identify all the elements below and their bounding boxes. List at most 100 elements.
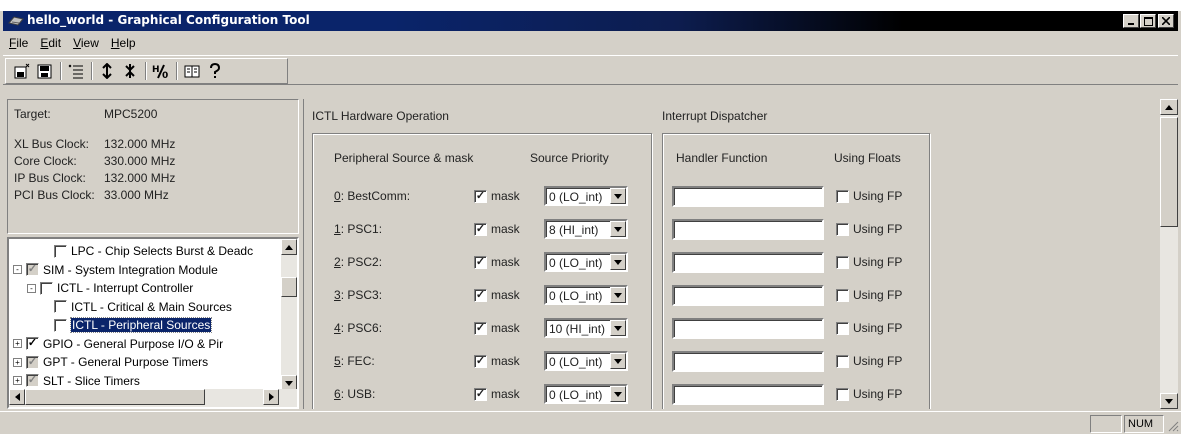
tree-item[interactable]: LPC - Chip Selects Burst & Deadc <box>41 242 253 260</box>
tree-item[interactable]: - ICTL - Interrupt Controller <box>27 279 193 297</box>
handler-function-input[interactable] <box>672 350 824 372</box>
content-vertical-scrollbar[interactable] <box>1160 99 1178 409</box>
arrow-right-icon <box>268 393 274 401</box>
tree-item[interactable]: + ✓ GPIO - General Purpose I/O & Pir <box>13 335 223 353</box>
handler-function-input[interactable] <box>672 317 824 339</box>
mask-checkbox[interactable]: ✓ mask <box>474 255 544 269</box>
content-scroll-up-button[interactable] <box>1160 99 1178 115</box>
mask-checkbox[interactable]: ✓ mask <box>474 387 544 401</box>
collapse-node-icon[interactable]: - <box>13 265 22 274</box>
tree-item[interactable]: ICTL - Peripheral Sources <box>41 316 213 334</box>
menu-file[interactable]: File <box>3 33 34 53</box>
mask-check[interactable]: ✓ <box>474 255 487 269</box>
expand-node-icon[interactable]: + <box>13 376 22 385</box>
source-priority-select[interactable]: 0 (LO_int) <box>544 384 628 404</box>
app-icon <box>8 16 24 26</box>
tree-hscroll-thumb[interactable] <box>25 389 205 405</box>
dropdown-arrow-icon[interactable] <box>610 254 626 270</box>
mask-checkbox[interactable]: ✓ mask <box>474 189 544 203</box>
source-priority-select[interactable]: 10 (HI_int) <box>544 318 628 338</box>
save-button[interactable] <box>35 61 55 81</box>
dropdown-arrow-icon[interactable] <box>610 188 626 204</box>
handler-function-input[interactable] <box>672 383 824 405</box>
source-priority-select[interactable]: 0 (LO_int) <box>544 186 628 206</box>
expand-node-icon[interactable]: + <box>13 339 22 348</box>
mask-check[interactable]: ✓ <box>474 222 487 236</box>
using-fp-checkbox[interactable] <box>836 387 849 401</box>
using-fp-checkbox[interactable] <box>836 288 849 302</box>
left-panel: Target: MPC5200 XL Bus Clock: 132.000 MHz … <box>3 99 299 409</box>
tree-item-checkbox[interactable]: ✓ <box>26 374 39 387</box>
using-fp-checkbox[interactable] <box>836 321 849 335</box>
collapse-node-icon[interactable]: - <box>27 283 36 293</box>
using-fp-checkbox[interactable] <box>836 354 849 368</box>
scroll-left-button[interactable] <box>9 389 25 405</box>
mask-checkbox[interactable]: ✓ mask <box>474 288 544 302</box>
content-scroll-thumb[interactable] <box>1160 117 1178 227</box>
module-tree[interactable]: LPC - Chip Selects Burst & Deadc - ✓ SIM - … <box>7 237 299 409</box>
scroll-up-button[interactable] <box>281 239 297 255</box>
menu-help[interactable]: Help <box>105 33 142 53</box>
dropdown-arrow-icon[interactable] <box>610 386 626 402</box>
handler-function-header: Handler Function <box>676 151 768 165</box>
handler-function-input[interactable] <box>672 251 824 273</box>
tree-item-checkbox[interactable] <box>54 244 67 258</box>
dropdown-arrow-icon[interactable] <box>610 353 626 369</box>
tree-vertical-scrollbar[interactable] <box>281 239 297 391</box>
mask-check[interactable]: ✓ <box>474 387 487 401</box>
tree-item[interactable]: + ✓ GPT - General Purpose Timers <box>13 353 208 371</box>
new-file-button[interactable] <box>12 61 32 81</box>
peripheral-source-header: Peripheral Source & mask <box>334 151 474 165</box>
collapse-button[interactable] <box>120 61 140 81</box>
fraction-button[interactable]: H0 <box>151 61 171 81</box>
mask-checkbox[interactable]: ✓ mask <box>474 321 544 335</box>
tree-horizontal-scrollbar[interactable] <box>9 389 297 407</box>
list-button[interactable] <box>66 61 86 81</box>
book-button[interactable] <box>182 61 202 81</box>
source-priority-select[interactable]: 8 (HI_int) <box>544 219 628 239</box>
tree-item[interactable]: + ✓ SLT - Slice Timers <box>13 372 140 390</box>
handler-function-input[interactable] <box>672 284 824 306</box>
dropdown-arrow-icon[interactable] <box>610 287 626 303</box>
menu-bar: File Edit View Help <box>3 33 142 53</box>
handler-function-input[interactable] <box>672 185 824 207</box>
xl-bus-clock-value: 132.000 MHz <box>104 137 176 151</box>
resize-grip-icon[interactable] <box>1167 420 1179 432</box>
menu-edit[interactable]: Edit <box>34 33 67 53</box>
tree-item-checkbox[interactable] <box>54 300 67 313</box>
minimize-button[interactable] <box>1123 14 1139 28</box>
using-fp-checkbox[interactable] <box>836 189 849 203</box>
dropdown-arrow-icon[interactable] <box>610 221 626 237</box>
tree-item-checkbox[interactable] <box>54 318 67 332</box>
tree-item-checkbox[interactable]: ✓ <box>26 337 39 350</box>
tree-item-checkbox[interactable]: ✓ <box>26 355 39 369</box>
scroll-right-button[interactable] <box>263 389 279 405</box>
mask-checkbox[interactable]: ✓ mask <box>474 222 544 236</box>
dropdown-arrow-icon[interactable] <box>610 320 626 336</box>
source-priority-select[interactable]: 0 (LO_int) <box>544 351 628 371</box>
source-priority-select[interactable]: 0 (LO_int) <box>544 285 628 305</box>
tree-item-checkbox[interactable] <box>40 281 53 295</box>
dispatcher-row: Using FP <box>672 284 902 306</box>
expand-button[interactable] <box>97 61 117 81</box>
close-button[interactable] <box>1158 14 1174 28</box>
mask-check[interactable]: ✓ <box>474 321 487 335</box>
tree-item-checkbox[interactable]: ✓ <box>26 263 39 276</box>
tree-scroll-thumb[interactable] <box>281 277 297 297</box>
tree-item-label: ICTL - Critical & Main Sources <box>71 299 232 314</box>
help-button[interactable] <box>205 61 225 81</box>
source-priority-select[interactable]: 0 (LO_int) <box>544 252 628 272</box>
expand-node-icon[interactable]: + <box>13 357 22 367</box>
tree-item[interactable]: ICTL - Critical & Main Sources <box>41 298 232 316</box>
mask-checkbox[interactable]: ✓ mask <box>474 354 544 368</box>
tree-item[interactable]: - ✓ SIM - System Integration Module <box>13 261 218 279</box>
menu-view[interactable]: View <box>67 33 105 53</box>
mask-check[interactable]: ✓ <box>474 354 487 368</box>
mask-check[interactable]: ✓ <box>474 288 487 302</box>
content-scroll-down-button[interactable] <box>1160 393 1178 409</box>
using-fp-checkbox[interactable] <box>836 222 849 236</box>
maximize-button[interactable] <box>1140 14 1156 28</box>
handler-function-input[interactable] <box>672 218 824 240</box>
using-fp-checkbox[interactable] <box>836 255 849 269</box>
mask-check[interactable]: ✓ <box>474 189 487 203</box>
